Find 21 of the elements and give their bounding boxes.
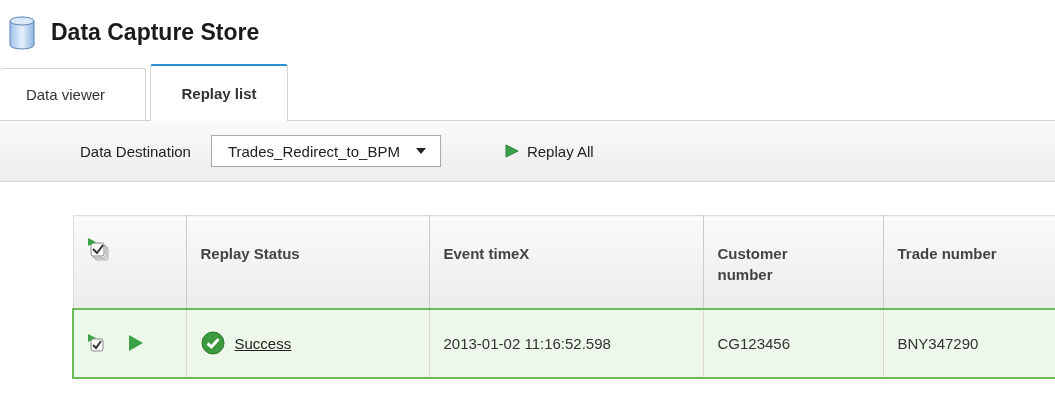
row-checkbox[interactable] [88,334,106,352]
status-link[interactable]: Success [234,334,292,352]
table-cell: CG123456 [703,308,883,378]
tab[interactable]: Replay list [150,64,288,121]
database-icon [9,15,35,50]
column-header: Customer number [703,215,883,309]
replay-select-all-icon[interactable] [87,238,110,262]
caret-icon [415,148,426,154]
tab[interactable]: Data viewer [0,68,146,120]
destination-dropdown[interactable]: Trades_Redirect_to_BPM [210,135,441,167]
replay-all-button[interactable]: Replay All [498,141,600,161]
column-header: Event timeX [429,215,703,309]
column-header: Trade number [883,215,1055,309]
table-cell: BNY347290 [883,308,1055,378]
play-icon [504,144,519,158]
column-header: Replay Status [186,215,429,309]
destination-label: Data Destination [80,142,191,160]
page-title: Data Capture Store [51,19,260,46]
play-icon[interactable] [128,334,144,352]
table-cell: 2013-01-02 11:16:52.598 [429,308,703,378]
success-check-icon [200,331,225,355]
